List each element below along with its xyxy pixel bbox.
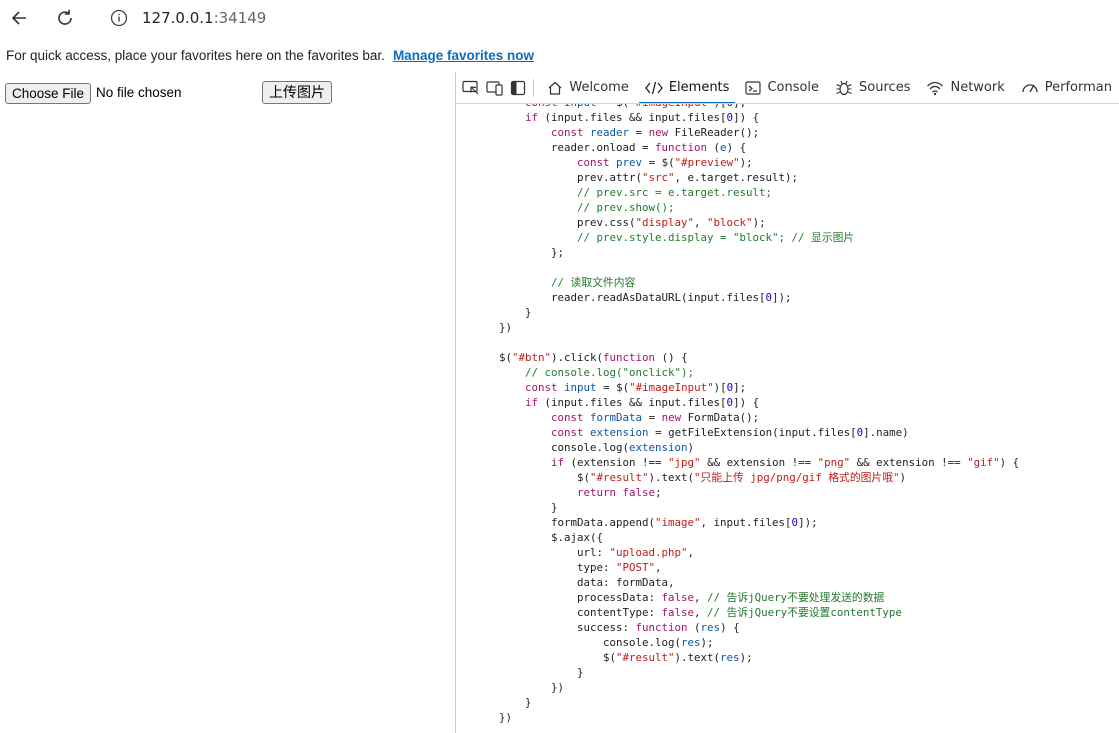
tab-label: Welcome	[569, 80, 629, 95]
tab-performance[interactable]: Performan	[1013, 72, 1119, 103]
code-icon	[644, 81, 663, 95]
tab-label: Performan	[1044, 80, 1112, 95]
choose-file-button[interactable]: Choose File	[5, 83, 92, 104]
tab-label: Sources	[859, 80, 911, 95]
url-port: :34149	[213, 8, 267, 27]
devtools-tab-bar: Welcome Elements Console Sources Network	[456, 72, 1119, 104]
no-file-chosen-label: No file chosen	[96, 85, 182, 100]
web-page-content: Choose File No file chosen 上传图片	[0, 72, 455, 733]
upload-image-button[interactable]: 上传图片	[262, 81, 332, 104]
tab-welcome[interactable]: Welcome	[539, 72, 636, 103]
favorites-bar: For quick access, place your favorites h…	[0, 40, 1119, 70]
refresh-button[interactable]	[51, 4, 79, 32]
inspect-element-icon[interactable]	[462, 75, 480, 101]
elements-source-view[interactable]: const input = $("#imageInput")[0]; if (i…	[456, 104, 1119, 733]
manage-favorites-link[interactable]: Manage favorites now	[393, 48, 534, 63]
url-host: 127.0.0.1	[142, 8, 214, 27]
back-button[interactable]	[6, 4, 34, 32]
device-emulation-icon[interactable]	[486, 75, 504, 101]
tab-sources[interactable]: Sources	[827, 72, 918, 103]
refresh-icon	[58, 9, 72, 25]
url-text[interactable]: 127.0.0.1:34149	[142, 9, 266, 27]
browser-toolbar: 127.0.0.1:34149	[0, 0, 1119, 36]
tab-elements[interactable]: Elements	[637, 72, 738, 103]
favorites-message: For quick access, place your favorites h…	[6, 47, 385, 63]
toggle-sidebar-icon[interactable]	[510, 75, 527, 101]
script-source-code: const input = $("#imageInput")[0]; if (i…	[499, 104, 1020, 724]
site-info-icon[interactable]	[110, 9, 128, 27]
tab-network[interactable]: Network	[918, 72, 1012, 103]
bug-icon	[835, 80, 853, 96]
tab-label: Elements	[668, 80, 730, 95]
address-bar[interactable]: 127.0.0.1:34149	[94, 0, 1119, 35]
wifi-icon	[926, 80, 944, 96]
console-icon	[745, 80, 762, 96]
toolbar-divider	[532, 78, 534, 97]
tab-label: Network	[950, 80, 1005, 95]
home-icon	[547, 80, 563, 96]
tab-console[interactable]: Console	[737, 72, 827, 103]
back-arrow-icon	[11, 11, 26, 25]
devtools-panel: Welcome Elements Console Sources Network	[455, 72, 1119, 733]
tab-label: Console	[767, 80, 820, 95]
performance-icon	[1021, 80, 1039, 96]
